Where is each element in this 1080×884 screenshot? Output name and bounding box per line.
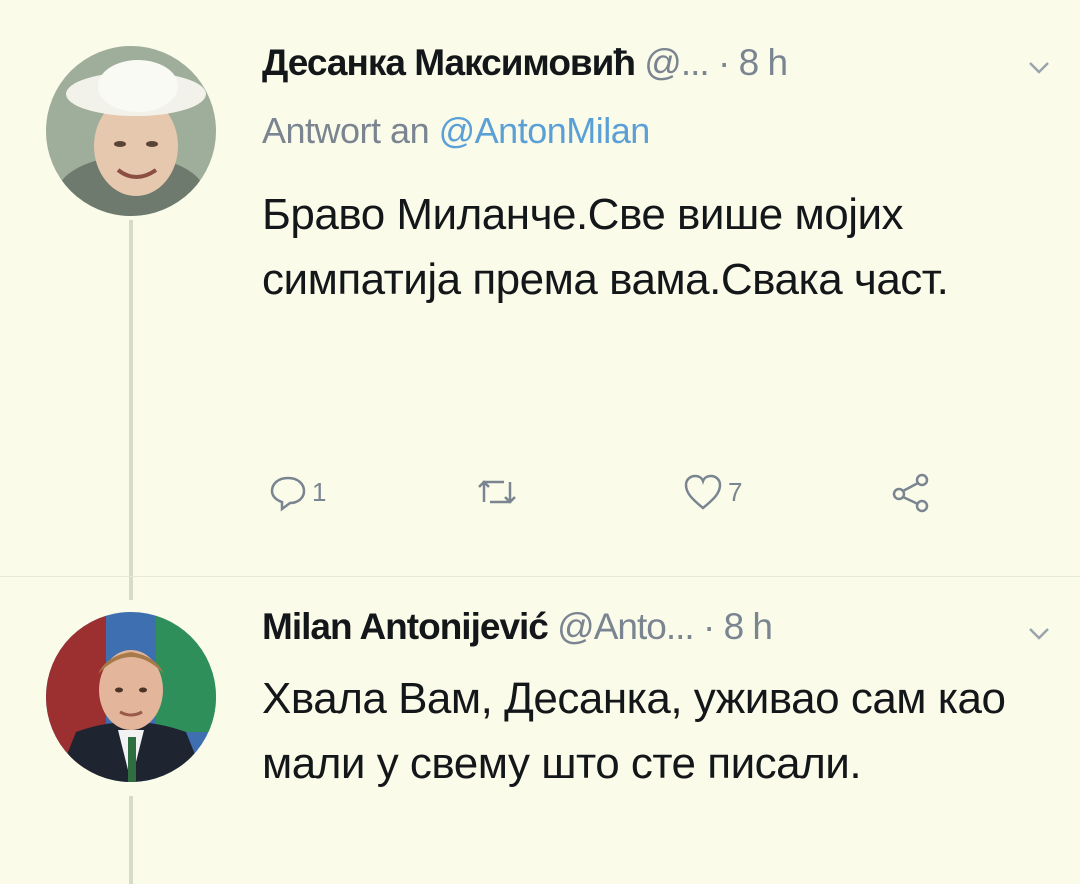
reply-count: 1 xyxy=(312,476,327,507)
avatar[interactable] xyxy=(46,46,216,216)
avatar-photo xyxy=(46,612,216,782)
tweet-actions: 1 7 xyxy=(262,472,962,522)
author-handle[interactable]: @Anto... xyxy=(557,606,695,647)
tweet-header: Десанка Максимовић @... · 8 h xyxy=(262,42,788,84)
retweet-button[interactable] xyxy=(474,472,524,512)
tweet-header: Milan Antonijević @Anto... · 8 h xyxy=(262,606,773,648)
separator-dot: · xyxy=(702,606,715,647)
avatar-photo xyxy=(46,46,216,216)
author-handle[interactable]: @... xyxy=(644,42,709,83)
thread-connector xyxy=(129,220,133,600)
share-button[interactable] xyxy=(890,472,932,514)
tweet[interactable]: Десанка Максимовић @... · 8 h Antwort an… xyxy=(0,0,1080,600)
thread-connector xyxy=(129,796,133,884)
share-icon xyxy=(890,472,932,514)
timestamp[interactable]: 8 h xyxy=(739,42,788,83)
separator-dot: · xyxy=(717,42,730,83)
tweet-text: Хвала Вам, Десанка, уживао сам као мали … xyxy=(262,674,1006,788)
reply-icon xyxy=(268,472,308,512)
reply-prefix: Antwort an xyxy=(262,110,430,151)
tweet[interactable]: Milan Antonijević @Anto... · 8 h Хвала В… xyxy=(0,580,1080,884)
reply-context: Antwort an @AntonMilan xyxy=(262,110,650,152)
like-button[interactable]: 7 xyxy=(682,472,742,512)
reply-button[interactable]: 1 xyxy=(268,472,326,512)
retweet-icon xyxy=(474,472,520,512)
like-count: 7 xyxy=(728,476,743,507)
chevron-down-icon[interactable] xyxy=(1028,50,1050,82)
avatar[interactable] xyxy=(46,612,216,782)
reply-mention-link[interactable]: @AntonMilan xyxy=(439,110,651,151)
tweet-divider xyxy=(0,576,1080,577)
author-name[interactable]: Десанка Максимовић xyxy=(262,42,636,83)
timestamp[interactable]: 8 h xyxy=(724,606,773,647)
tweet-text: Браво Миланче.Све више мојих симпатија п… xyxy=(262,190,949,304)
chevron-down-icon[interactable] xyxy=(1028,616,1050,648)
author-name[interactable]: Milan Antonijević xyxy=(262,606,549,647)
heart-icon xyxy=(682,472,724,512)
